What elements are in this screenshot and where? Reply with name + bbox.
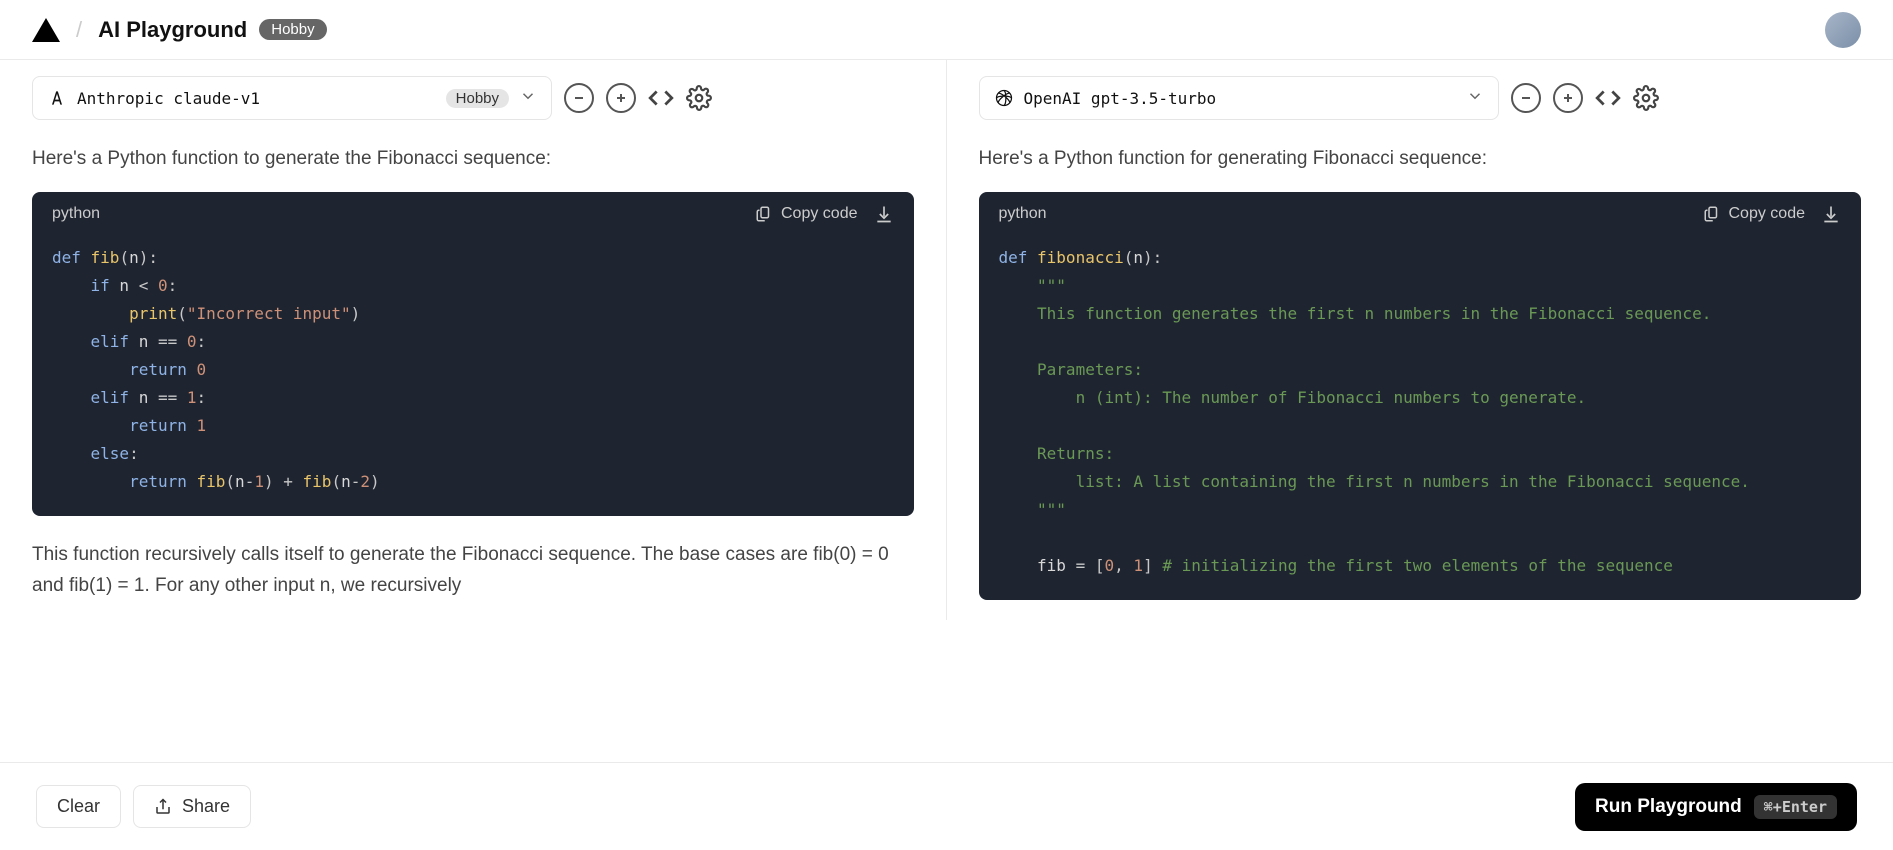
- breadcrumb-slash: /: [76, 17, 82, 43]
- pane-right: OpenAI gpt-3.5-turbo Here's a Python fun…: [947, 60, 1893, 620]
- code-view-button[interactable]: [648, 85, 674, 111]
- model-plan-badge: Hobby: [446, 89, 509, 108]
- response-outro: This function recursively calls itself t…: [32, 540, 914, 601]
- code-header: python Copy code: [979, 192, 1862, 236]
- code-header: python Copy code: [32, 192, 914, 236]
- footer: Clear Share Run Playground ⌘+Enter: [0, 762, 1893, 850]
- code-view-button[interactable]: [1595, 85, 1621, 111]
- add-model-button[interactable]: [606, 83, 636, 113]
- code-lang: python: [52, 205, 755, 223]
- run-shortcut: ⌘+Enter: [1754, 795, 1837, 819]
- avatar[interactable]: [1825, 12, 1861, 48]
- download-icon: [874, 204, 894, 224]
- model-select[interactable]: OpenAI gpt-3.5-turbo: [979, 76, 1499, 120]
- run-label: Run Playground: [1595, 796, 1742, 818]
- code-block: python Copy code def fib(n): if n < 0: p…: [32, 192, 914, 516]
- clear-button[interactable]: Clear: [36, 785, 121, 828]
- download-code-button[interactable]: [1821, 204, 1841, 224]
- share-icon: [154, 798, 172, 816]
- pane-left: Anthropic claude-v1 Hobby Here's a Pytho…: [0, 60, 947, 620]
- response-intro: Here's a Python function to generate the…: [32, 144, 914, 174]
- share-button[interactable]: Share: [133, 785, 251, 828]
- share-label: Share: [182, 796, 230, 817]
- chevron-down-icon: [519, 87, 537, 109]
- chevron-down-icon: [1466, 87, 1484, 109]
- remove-model-button[interactable]: [564, 83, 594, 113]
- model-row: Anthropic claude-v1 Hobby: [32, 76, 914, 120]
- code-body: def fibonacci(n): """ This function gene…: [979, 236, 1862, 600]
- model-name: OpenAI gpt-3.5-turbo: [1024, 89, 1456, 108]
- response-intro: Here's a Python function for generating …: [979, 144, 1862, 174]
- clipboard-icon: [1703, 205, 1721, 223]
- settings-button[interactable]: [686, 85, 712, 111]
- download-icon: [1821, 204, 1841, 224]
- code-block: python Copy code def fibonacci(n): """ T…: [979, 192, 1862, 600]
- model-name: Anthropic claude-v1: [77, 89, 436, 108]
- openai-icon: [994, 88, 1014, 108]
- copy-code-button[interactable]: Copy code: [755, 205, 858, 223]
- plan-badge: Hobby: [259, 19, 326, 40]
- add-model-button[interactable]: [1553, 83, 1583, 113]
- copy-code-label: Copy code: [1729, 205, 1806, 223]
- settings-button[interactable]: [1633, 85, 1659, 111]
- page-title: AI Playground: [98, 17, 247, 43]
- code-body: def fib(n): if n < 0: print("Incorrect i…: [32, 236, 914, 516]
- logo-triangle-icon[interactable]: [32, 18, 60, 42]
- header: / AI Playground Hobby: [0, 0, 1893, 60]
- code-lang: python: [999, 205, 1703, 223]
- model-select[interactable]: Anthropic claude-v1 Hobby: [32, 76, 552, 120]
- copy-code-label: Copy code: [781, 205, 858, 223]
- clear-label: Clear: [57, 796, 100, 817]
- model-row: OpenAI gpt-3.5-turbo: [979, 76, 1862, 120]
- header-left: / AI Playground Hobby: [32, 17, 327, 43]
- copy-code-button[interactable]: Copy code: [1703, 205, 1806, 223]
- run-playground-button[interactable]: Run Playground ⌘+Enter: [1575, 783, 1857, 831]
- anthropic-icon: [47, 88, 67, 108]
- remove-model-button[interactable]: [1511, 83, 1541, 113]
- clipboard-icon: [755, 205, 773, 223]
- download-code-button[interactable]: [874, 204, 894, 224]
